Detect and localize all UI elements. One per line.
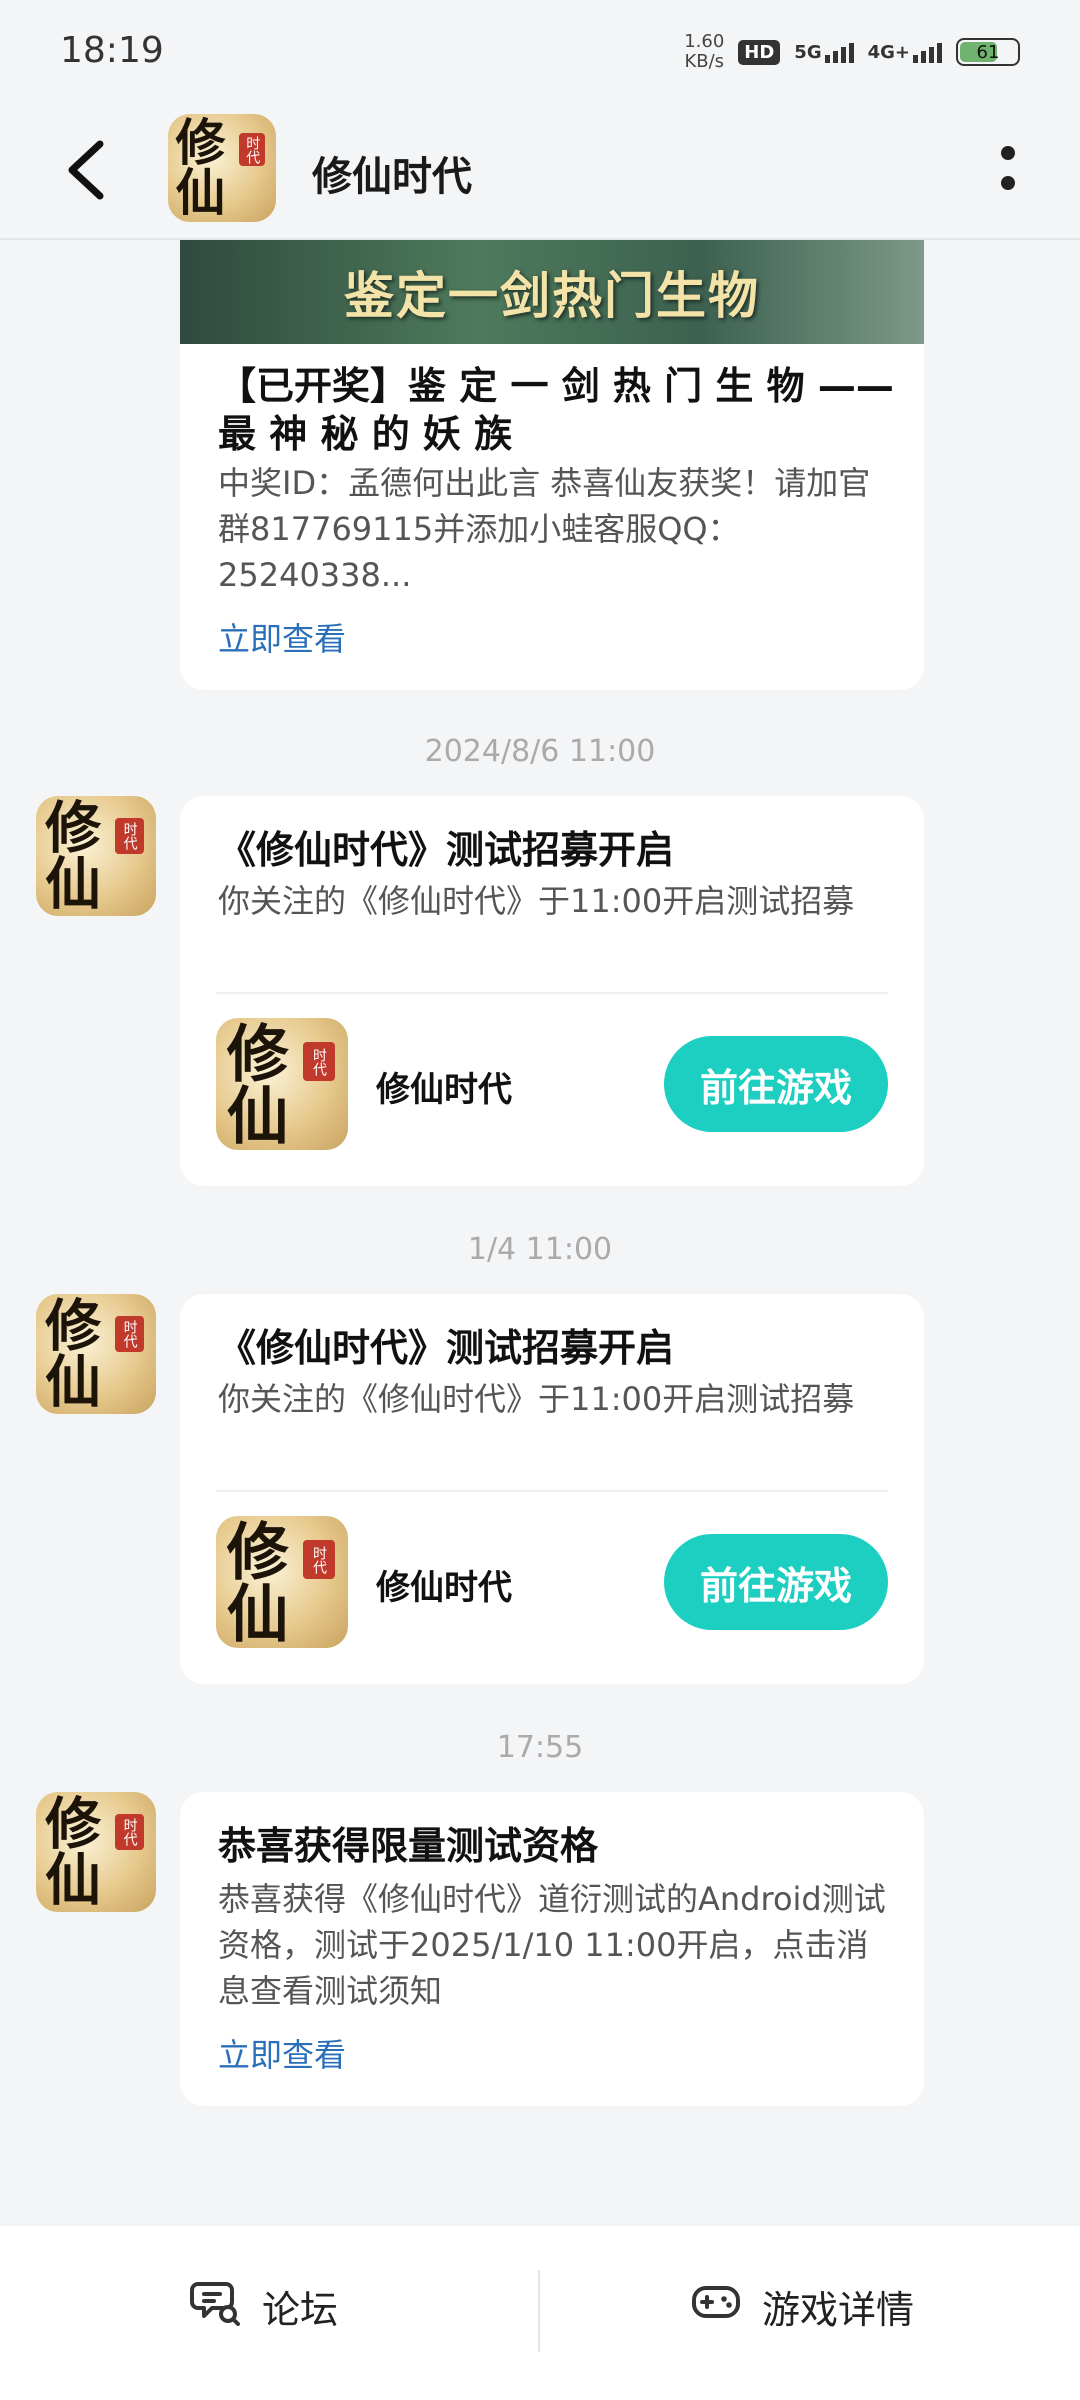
forum-chat-icon (190, 2276, 242, 2337)
sender-avatar[interactable]: 修仙 时代 (36, 796, 156, 916)
message-title: 《修仙时代》测试招募开启 (218, 828, 675, 872)
game-icon[interactable]: 修仙 时代 (216, 1018, 348, 1150)
message-card[interactable]: 【已开奖】鉴 定 一 剑 热 门 生 物 —— 最 神 秘 的 妖 族 中奖ID… (180, 344, 924, 690)
page-title: 修仙时代 (312, 154, 472, 200)
game-name: 修仙时代 (376, 1070, 512, 1110)
message-card[interactable]: 《修仙时代》测试招募开启 你关注的《修仙时代》于11:00开启测试招募 修仙 时… (180, 1294, 924, 1684)
divider (216, 992, 888, 994)
go-to-game-button[interactable]: 前往游戏 (664, 1036, 888, 1132)
signal-5g-icon: 5G (794, 42, 854, 63)
go-to-game-button[interactable]: 前往游戏 (664, 1534, 888, 1630)
forum-tab[interactable]: 论坛 (190, 2276, 338, 2337)
divider (216, 1490, 888, 1492)
message-card[interactable]: 恭喜获得限量测试资格 恭喜获得《修仙时代》道衍测试的Android测试资格，测试… (180, 1792, 924, 2106)
game-details-tab[interactable]: 游戏详情 (690, 2276, 914, 2337)
battery-icon: 61 (956, 38, 1020, 66)
gamepad-icon (690, 2276, 742, 2337)
status-icons: 1.60 KB/s HD 5G 4G+ 61 (684, 32, 1020, 72)
message-timestamp: 2024/8/6 11:00 (424, 734, 656, 769)
network-speed: 1.60 KB/s (684, 31, 725, 72)
message-body: 你关注的《修仙时代》于11:00开启测试招募 (218, 882, 855, 920)
view-now-link[interactable]: 立即查看 (218, 614, 346, 660)
back-arrow-icon[interactable] (62, 140, 112, 200)
banner-text: 鉴定一剑热门生物 (344, 267, 760, 325)
hd-icon: HD (738, 39, 781, 65)
game-icon[interactable]: 修仙 时代 (216, 1516, 348, 1648)
message-title: 【已开奖】鉴 定 一 剑 热 门 生 物 —— 最 神 秘 的 妖 族 (218, 364, 894, 456)
sender-avatar[interactable]: 修仙 时代 (36, 1792, 156, 1912)
bottom-divider (538, 2270, 540, 2352)
game-logo[interactable]: 修仙 时代 (168, 114, 276, 222)
message-timestamp: 17:55 (496, 1730, 584, 1765)
signal-4g-icon: 4G+ (868, 42, 942, 63)
message-title: 恭喜获得限量测试资格 (218, 1824, 599, 1868)
more-options-icon[interactable] (996, 146, 1020, 190)
game-name: 修仙时代 (376, 1568, 512, 1608)
forum-label: 论坛 (262, 2288, 339, 2332)
sender-avatar[interactable]: 修仙 时代 (36, 1294, 156, 1414)
message-body: 你关注的《修仙时代》于11:00开启测试招募 (218, 1380, 855, 1418)
view-now-link[interactable]: 立即查看 (218, 2030, 346, 2076)
bottom-action-bar: 论坛 游戏详情 (0, 2226, 1080, 2400)
status-bar: 18:19 1.60 KB/s HD 5G 4G+ 61 (0, 0, 1080, 100)
status-time: 18:19 (60, 30, 164, 71)
message-card[interactable]: 《修仙时代》测试招募开启 你关注的《修仙时代》于11:00开启测试招募 修仙 时… (180, 796, 924, 1186)
message-title: 《修仙时代》测试招募开启 (218, 1326, 675, 1370)
message-body: 恭喜获得《修仙时代》道衍测试的Android测试资格，测试于2025/1/10 … (218, 1880, 886, 2010)
app-header: 修仙 时代 修仙时代 (0, 100, 1080, 240)
message-timestamp: 1/4 11:00 (467, 1232, 613, 1267)
message-body: 中奖ID：孟德何出此言 恭喜仙友获奖！请加官群817769115并添加小蛙客服Q… (218, 464, 871, 594)
event-banner-image[interactable]: 鉴定一剑热门生物 (180, 240, 924, 344)
game-details-label: 游戏详情 (762, 2288, 915, 2332)
